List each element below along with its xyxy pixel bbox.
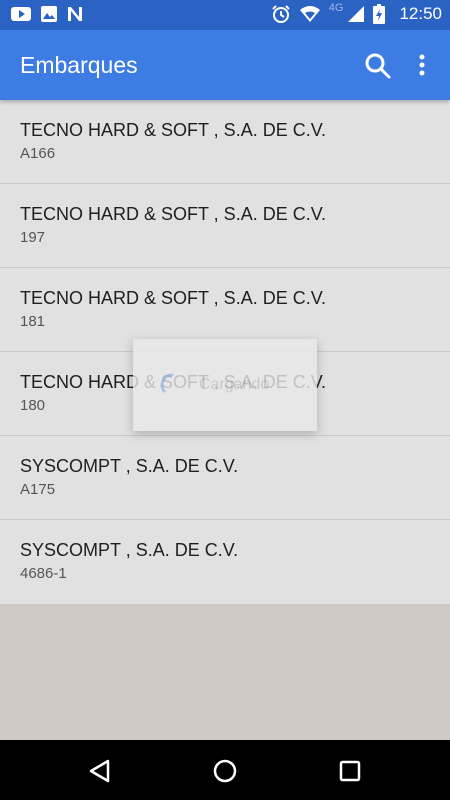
search-icon[interactable] [364, 52, 392, 80]
alarm-icon [271, 4, 291, 24]
loading-text: Cargando [199, 376, 270, 393]
loading-spinner-icon [159, 372, 185, 398]
nav-bar [0, 740, 450, 800]
recents-icon[interactable] [336, 757, 364, 785]
page-title: Embarques [20, 52, 138, 78]
clock: 12:50 [399, 4, 442, 23]
shipment-code: A175 [20, 481, 56, 498]
battery-icon [373, 4, 386, 24]
shipment-code: 181 [20, 313, 46, 330]
youtube-icon [10, 5, 32, 23]
shipment-code: 197 [20, 229, 46, 246]
shipment-company: TECNO HARD & SOFT , S.A. DE C.V. [20, 120, 327, 140]
home-icon[interactable] [211, 757, 239, 785]
shipment-code: 4686-1 [20, 565, 67, 582]
more-vert-icon[interactable] [410, 52, 434, 80]
shipment-list-item[interactable]: SYSCOMPT , S.A. DE C.V. A175 [0, 436, 450, 520]
shipment-company: TECNO HARD & SOFT , S.A. DE C.V. [20, 204, 327, 224]
shipment-code: 180 [20, 397, 46, 414]
n-app-icon [66, 5, 84, 23]
shipment-code: A166 [20, 145, 56, 162]
shipment-list-item[interactable]: TECNO HARD & SOFT , S.A. DE C.V. 197 [0, 184, 450, 268]
app-bar: Embarques [0, 30, 450, 100]
shipment-company: SYSCOMPT , S.A. DE C.V. [20, 540, 239, 560]
network-type-label: 4G [328, 2, 344, 14]
wifi-icon [299, 5, 321, 23]
shipment-company: SYSCOMPT , S.A. DE C.V. [20, 456, 239, 476]
status-bar: 4G 12:50 [0, 0, 450, 30]
shipment-company: TECNO HARD & SOFT , S.A. DE C.V. [20, 288, 327, 308]
back-icon[interactable] [86, 757, 114, 785]
system-status-icons: 4G 12:50 [271, 2, 442, 24]
cell-signal-icon [347, 5, 365, 23]
shipment-list-item[interactable]: TECNO HARD & SOFT , S.A. DE C.V. A166 [0, 100, 450, 184]
notification-icons [10, 5, 84, 23]
shipment-list-item[interactable]: SYSCOMPT , S.A. DE C.V. 4686-1 [0, 520, 450, 604]
image-icon [40, 5, 58, 23]
loading-dialog: Cargando [133, 339, 317, 431]
